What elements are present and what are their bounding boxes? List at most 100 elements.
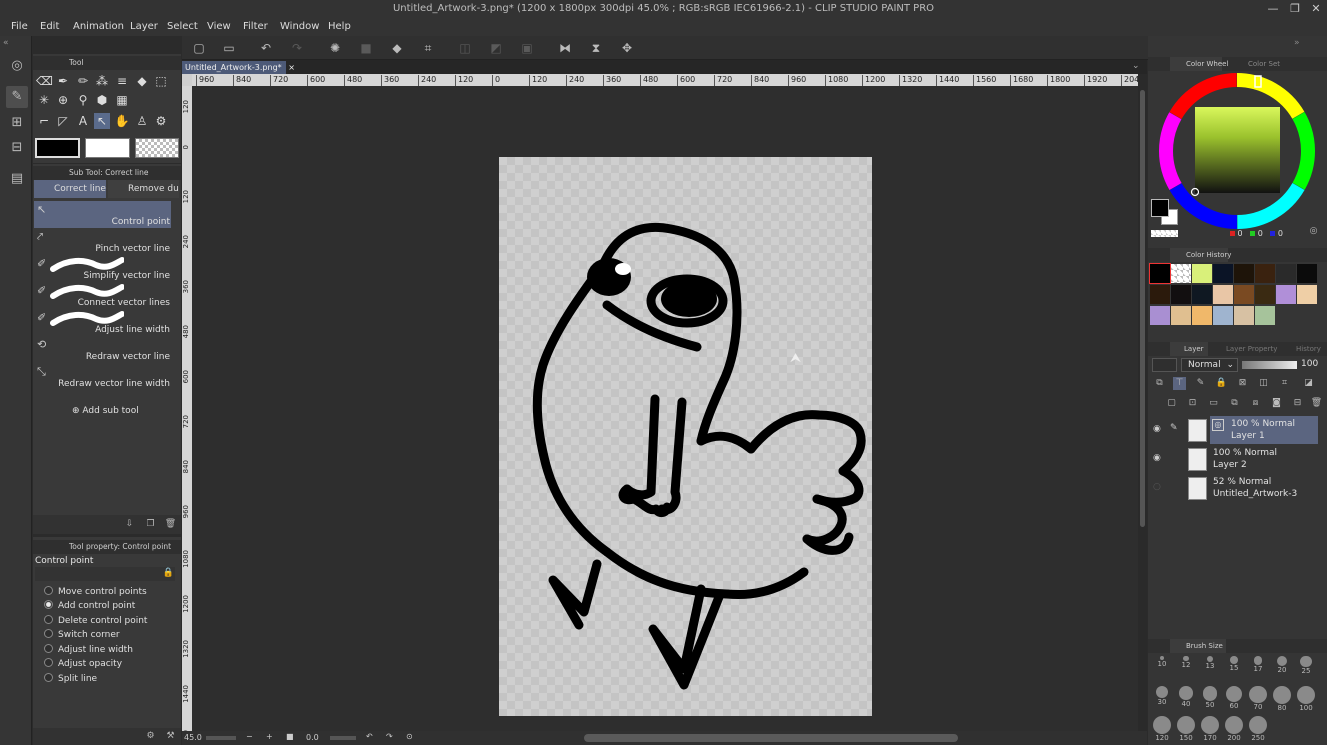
opacity-slider[interactable] — [1242, 361, 1297, 369]
angle-value[interactable]: 0.0 — [306, 733, 319, 742]
new-file-icon[interactable]: ▢ — [190, 40, 208, 56]
figure-icon[interactable]: ⊕ — [55, 92, 71, 108]
color-mode-icon[interactable]: ◎ — [1307, 225, 1320, 238]
selection-icon[interactable]: ⬚ — [153, 73, 169, 89]
zoom-icon[interactable]: ◎ — [6, 55, 28, 77]
tab-list-chevron-icon[interactable]: ⌄ — [1132, 61, 1140, 71]
sub-color-swatch[interactable] — [85, 138, 130, 158]
color-history-swatch[interactable] — [1150, 306, 1170, 325]
decoration-icon[interactable]: ⁂ — [94, 73, 110, 89]
undo-icon[interactable]: ↶ — [257, 40, 275, 56]
lock-transparent-icon[interactable]: 🔒 — [1215, 377, 1228, 390]
brush-size-preset[interactable]: 170 — [1199, 716, 1221, 742]
eye-hidden-icon[interactable]: ○ — [1153, 482, 1163, 492]
invert-selection-icon[interactable]: ◩ — [487, 40, 505, 56]
eraser-tool-icon[interactable]: ◆ — [134, 73, 150, 89]
flip-horizontal-icon[interactable]: ⧓ — [556, 40, 574, 56]
collapse-icon[interactable]: « — [3, 38, 9, 48]
color-history-swatch[interactable] — [1255, 306, 1275, 325]
subtool-redraw-vector-line[interactable]: ⟲ Redraw vector line — [34, 336, 171, 363]
vertical-scroll-thumb[interactable] — [1140, 90, 1145, 527]
color-history-swatch[interactable] — [1297, 285, 1317, 304]
flip-vertical-icon[interactable]: ⧗ — [587, 40, 605, 56]
zoom-in-icon[interactable]: + — [266, 732, 273, 741]
layer-color-icon[interactable]: ◪ — [1302, 377, 1315, 390]
fill-icon[interactable]: ◆ — [388, 40, 406, 56]
draft-icon[interactable]: ✎ — [1194, 377, 1207, 390]
merge-down-icon[interactable]: ⧈ — [1249, 397, 1262, 410]
menu-window[interactable]: Window — [280, 21, 319, 32]
delete-layer-icon[interactable]: 🗑 — [1310, 397, 1323, 410]
subtool-redraw-vector-line-width[interactable]: ⤡ Redraw vector line width — [34, 363, 171, 390]
option-add-control-point[interactable]: Add control point — [44, 600, 135, 613]
blend-mode-select[interactable]: Normal ⌄ — [1181, 358, 1238, 372]
minimize-button[interactable]: — — [1262, 1, 1284, 17]
brush-size-preset[interactable]: 150 — [1175, 716, 1197, 742]
menu-view[interactable]: View — [207, 21, 231, 32]
fit-icon[interactable]: ■ — [286, 732, 294, 741]
color-history-swatch[interactable] — [1234, 306, 1254, 325]
brush-size-preset[interactable]: 20 — [1271, 656, 1293, 674]
color-history-swatch[interactable] — [1255, 264, 1275, 283]
color-history-swatch[interactable] — [1192, 264, 1212, 283]
transfer-down-icon[interactable]: ⧉ — [1228, 397, 1241, 410]
brush-size-preset[interactable]: 60 — [1223, 686, 1245, 710]
settings-icon[interactable]: ⚙ — [144, 730, 157, 743]
zoom-slider[interactable] — [206, 736, 236, 740]
color-history-swatch[interactable] — [1234, 264, 1254, 283]
ruler-link-icon[interactable]: ⌗ — [1278, 377, 1291, 390]
brush-size-preset[interactable]: 70 — [1247, 686, 1269, 711]
menu-help[interactable]: Help — [328, 21, 351, 32]
lock-pixels-icon[interactable]: ⊠ — [1236, 377, 1249, 390]
wrench-icon[interactable]: ⚒ — [164, 730, 177, 743]
tab-brush-size[interactable]: Brush Size — [1170, 639, 1226, 653]
main-color-swatch[interactable] — [35, 138, 80, 158]
option-delete-control-point[interactable]: Delete control point — [44, 615, 147, 628]
tab-layer[interactable]: Layer — [1170, 342, 1208, 356]
option-adjust-line-width[interactable]: Adjust line width — [44, 644, 133, 657]
pen-icon[interactable]: ✒ — [55, 73, 71, 89]
subtool-connect-vector-lines[interactable]: ✐ Connect vector lines — [34, 282, 171, 309]
main-color-chip[interactable] — [1151, 199, 1169, 217]
gradient-icon[interactable]: ▦ — [114, 92, 130, 108]
blend-icon[interactable]: ≡ — [114, 73, 130, 89]
rotate-left-icon[interactable]: ↶ — [366, 732, 373, 741]
menu-animation[interactable]: Animation — [73, 21, 124, 32]
expand-icon[interactable]: » — [1294, 38, 1300, 48]
horizontal-scroll-thumb[interactable] — [584, 734, 958, 742]
tab-close-icon[interactable]: × — [288, 63, 295, 72]
brush-size-preset[interactable]: 200 — [1223, 716, 1245, 742]
new-raster-layer-icon[interactable]: ▢ — [1165, 397, 1178, 410]
add-sub-tool-button[interactable]: ⊕ Add sub tool — [72, 406, 139, 416]
eraser-icon[interactable]: ⌫ — [36, 73, 53, 89]
text-icon[interactable]: A — [75, 113, 91, 129]
stamp-icon[interactable]: ♙ — [134, 113, 150, 129]
frame-icon[interactable]: ◸ — [55, 113, 71, 129]
menu-file[interactable]: File — [11, 21, 28, 32]
rotate-slider[interactable] — [330, 736, 356, 740]
download-icon[interactable]: ⇩ — [123, 518, 136, 531]
color-history-swatch[interactable] — [1234, 285, 1254, 304]
color-history-swatch[interactable] — [1171, 285, 1191, 304]
color-history-swatch[interactable] — [1213, 285, 1233, 304]
layer-tool-icon[interactable]: ⊞ — [6, 112, 28, 134]
tab-history[interactable]: History — [1282, 342, 1321, 356]
color-history-swatch[interactable] — [1213, 264, 1233, 283]
layer-row-2[interactable]: ◉ 100 % Normal Layer 2 — [1150, 445, 1318, 473]
subtool-simplify-vector-line[interactable]: ✐ Simplify vector line — [34, 255, 171, 282]
eye-icon[interactable]: ◉ — [1153, 424, 1163, 434]
opacity-value[interactable]: 100 — [1301, 359, 1318, 369]
brush-size-preset[interactable]: 13 — [1199, 656, 1221, 670]
color-history-swatch[interactable] — [1276, 285, 1296, 304]
tab-color-set[interactable]: Color Set — [1234, 57, 1280, 71]
mask-enable-icon[interactable]: ◫ — [1257, 377, 1270, 390]
tab-layer-property[interactable]: Layer Property — [1210, 342, 1277, 356]
fill-bucket-icon[interactable]: ⬢ — [94, 92, 110, 108]
subtool-pinch-vector-line[interactable]: ⤤ Pinch vector line — [34, 228, 171, 255]
brush-size-preset[interactable]: 100 — [1295, 686, 1317, 712]
open-folder-icon[interactable]: ▭ — [220, 40, 238, 56]
menu-filter[interactable]: Filter — [243, 21, 268, 32]
rotate-right-icon[interactable]: ↷ — [386, 732, 393, 741]
lock-icon[interactable]: 🔒 — [162, 567, 175, 580]
apply-mask-icon[interactable]: ⊟ — [1291, 397, 1304, 410]
